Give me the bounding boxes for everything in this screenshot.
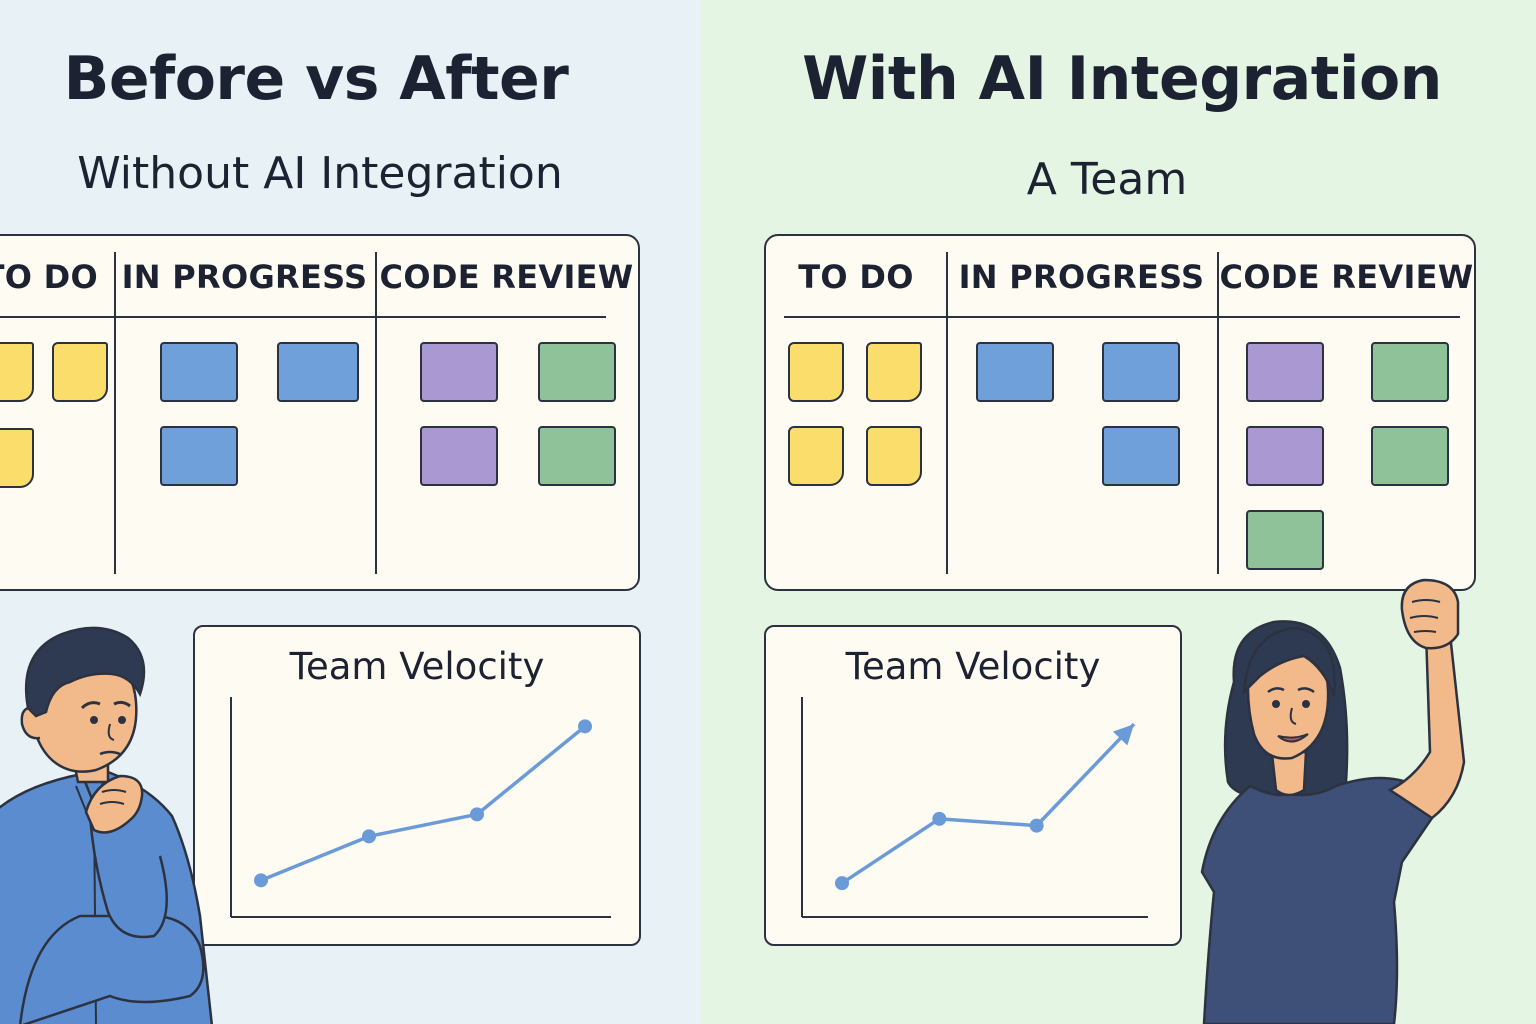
data-point [1029, 818, 1044, 833]
before-panel: Before vs After Without AI Integration T… [0, 0, 702, 1024]
cheering-woman-icon [1200, 578, 1466, 1024]
column-header-in-progress: IN PROGRESS [958, 258, 1205, 296]
after-title: With AI Integration [802, 44, 1442, 114]
after-kanban-board: TO DO IN PROGRESS CODE REVIEW [764, 234, 1476, 591]
column-divider [375, 252, 377, 574]
task-card-green[interactable] [1246, 510, 1324, 570]
column-header-todo: TO DO [0, 258, 98, 296]
task-card-blue[interactable] [160, 342, 238, 402]
task-card-green[interactable] [538, 342, 616, 402]
task-card-purple[interactable] [420, 426, 498, 486]
column-header-code-review: CODE REVIEW [379, 258, 634, 296]
board-header-rule [784, 316, 1460, 318]
task-card-yellow[interactable] [52, 342, 108, 402]
task-card-purple[interactable] [1246, 426, 1324, 486]
data-point [254, 873, 268, 888]
velocity-chart-svg [230, 697, 611, 918]
column-divider [946, 252, 948, 574]
task-card-blue[interactable] [1102, 426, 1180, 486]
data-point [932, 811, 947, 826]
velocity-line [260, 724, 587, 882]
before-kanban-board: TO DO IN PROGRESS CODE REVIEW [0, 234, 640, 591]
column-header-in-progress: IN PROGRESS [121, 258, 368, 296]
task-card-yellow[interactable] [0, 428, 34, 488]
task-card-blue[interactable] [160, 426, 238, 486]
before-subtitle: Without AI Integration [77, 148, 563, 199]
after-panel: With AI Integration A Team TO DO IN PROG… [702, 0, 1536, 1024]
data-point [470, 807, 484, 822]
data-point [362, 829, 376, 844]
task-card-green[interactable] [538, 426, 616, 486]
task-card-green[interactable] [1371, 342, 1449, 402]
after-subtitle: A Team [1026, 154, 1188, 205]
task-card-green[interactable] [1371, 426, 1449, 486]
board-header-rule [0, 316, 606, 318]
after-velocity-chart: Team Velocity [764, 625, 1182, 946]
column-divider [1217, 252, 1219, 574]
thinking-man-icon [0, 626, 214, 1024]
task-card-yellow[interactable] [788, 342, 844, 402]
before-title: Before vs After [63, 44, 569, 114]
data-point [835, 876, 849, 891]
task-card-purple[interactable] [1246, 342, 1324, 402]
task-card-blue[interactable] [976, 342, 1054, 402]
task-card-yellow[interactable] [866, 426, 922, 486]
data-point [578, 719, 592, 734]
task-card-blue[interactable] [1102, 342, 1180, 402]
task-card-yellow[interactable] [866, 342, 922, 402]
before-velocity-chart: Team Velocity [193, 625, 641, 946]
column-header-todo: TO DO [798, 258, 914, 296]
velocity-chart-svg [801, 697, 1148, 918]
column-divider [114, 252, 116, 574]
task-card-blue[interactable] [277, 342, 359, 402]
task-card-purple[interactable] [420, 342, 498, 402]
velocity-line [841, 722, 1136, 885]
task-card-yellow[interactable] [788, 426, 844, 486]
column-header-code-review: CODE REVIEW [1219, 258, 1474, 296]
task-card-yellow[interactable] [0, 342, 34, 402]
